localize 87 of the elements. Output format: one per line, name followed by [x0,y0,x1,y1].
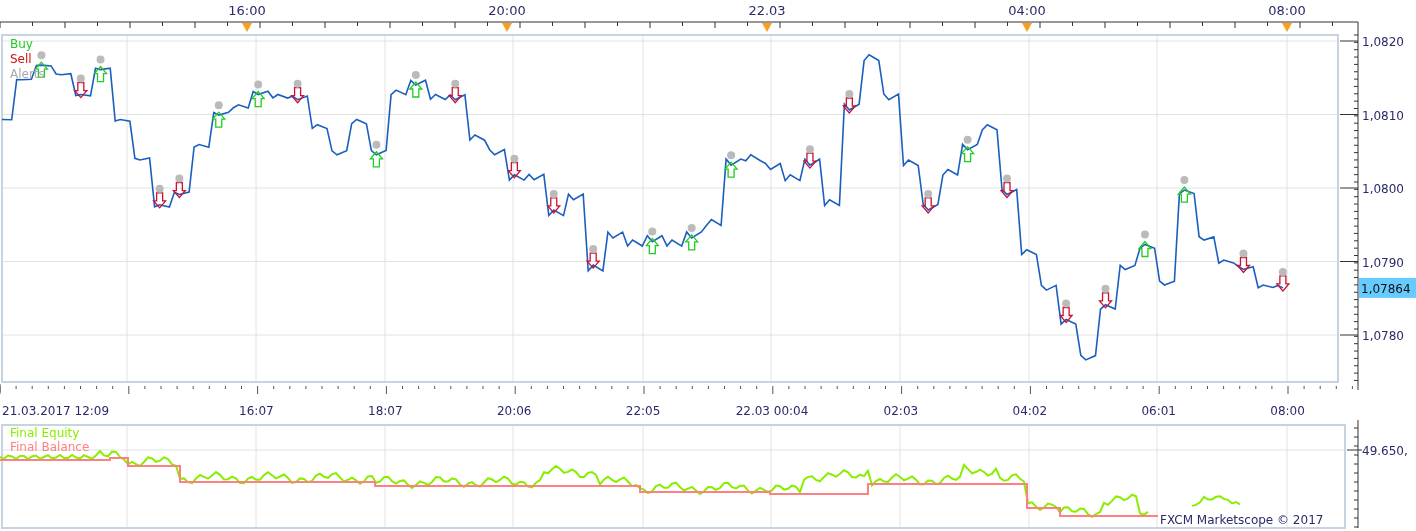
alert-dot-icon [96,55,105,64]
time-label: 16:07 [239,404,274,418]
time-label: 22:05 [625,404,661,418]
alert-dot-icon [1140,230,1149,239]
alert-dot-icon [1239,249,1248,258]
alert-dot-icon [372,140,381,149]
buy-arrow-icon [93,65,108,83]
legend-label: Final Balance [10,440,90,454]
alert-dot-icon [1278,267,1287,276]
legend-label: Sell [10,52,32,66]
sell-arrow-icon [1236,256,1251,274]
alert-dot-icon [510,154,519,163]
sell-arrow-icon [999,181,1015,199]
time-label: 20:06 [496,404,532,418]
time-label: 06:01 [1141,404,1176,418]
buy-arrow-icon [644,237,660,255]
time-label: 04:00 [1008,3,1046,18]
alert-dot-icon [727,151,736,160]
alert-dot-icon [411,71,420,79]
time-label: 04:02 [1012,404,1048,418]
sell-arrow-icon [447,87,463,104]
price-label: 1,0800 [1362,182,1404,196]
time-label: 08:00 [1270,404,1305,418]
alert-dot-icon [451,79,460,88]
sell-arrow-icon [546,197,562,214]
time-label: 22.03 [748,3,786,18]
alert-dot-icon [37,51,46,60]
alert-dot-icon [76,74,85,83]
buy-arrow-icon [1176,186,1192,203]
alert-dot-icon [293,79,302,88]
sell-arrow-icon [1275,275,1291,292]
alert-dot-icon [1003,174,1011,183]
time-label: 21.03.2017 12:09 [2,404,110,418]
sell-arrow-icon [73,81,89,99]
buy-arrow-icon [684,233,700,251]
buy-arrow-icon [960,145,975,163]
credit-label: FXCM Marketscope © 2017 [1160,513,1324,527]
buy-arrow-icon [408,81,424,98]
current-price-tag: 1,07864 [1359,277,1416,298]
buy-arrow-icon [723,161,739,178]
price-label: 1,0820 [1362,35,1404,49]
alert-dot-icon [687,223,696,232]
buy-arrow-icon [211,111,227,128]
time-label: 02:03 [883,404,919,418]
price-label: 1,0780 [1362,329,1404,343]
alert-dot-icon [214,101,223,110]
alert-dot-icon [1180,176,1189,185]
period-marker-icon [1022,23,1032,32]
time-label: 08:00 [1268,3,1306,18]
sell-arrow-icon [506,162,522,179]
alert-dot-icon [175,174,184,183]
buy-arrow-icon [369,150,384,168]
time-label: 16:00 [228,3,266,18]
equity-label: 49.650, [1362,444,1408,458]
alert-dot-icon [845,90,854,98]
alert-dot-icon [589,245,598,254]
alert-dot-icon [1101,284,1110,293]
time-label: 22.03 00:04 [735,404,809,418]
sell-arrow-icon [920,197,936,214]
sell-arrow-icon [585,252,601,270]
buy-arrow-icon [250,90,266,108]
sell-arrow-icon [1098,292,1113,309]
alert-dot-icon [155,184,164,193]
sell-arrow-icon [802,152,818,170]
time-label: 18:07 [368,404,403,418]
alert-dot-icon [254,80,263,89]
price-label: 1,0790 [1362,255,1404,270]
period-marker-icon [242,23,252,32]
time-label: 20:00 [488,3,526,18]
alert-dot-icon [648,227,657,236]
alert-dot-icon [549,189,558,198]
alert-dot-icon [963,135,972,144]
price-label: 1,0810 [1362,108,1404,123]
buy-arrow-icon [1137,240,1153,258]
legend-label: Final Equity [10,426,80,440]
sell-arrow-icon [841,97,857,114]
alert-dot-icon [924,189,933,198]
alert-dot-icon [805,145,814,154]
period-marker-icon [762,23,772,32]
legend-label: Buy [10,37,33,51]
sell-arrow-icon [290,87,305,104]
sell-arrow-icon [1058,306,1074,324]
period-marker-icon [1282,23,1292,32]
period-marker-icon [502,23,512,32]
alert-dot-icon [1062,299,1071,308]
sell-arrow-icon [171,181,187,199]
sell-arrow-icon [152,192,168,209]
